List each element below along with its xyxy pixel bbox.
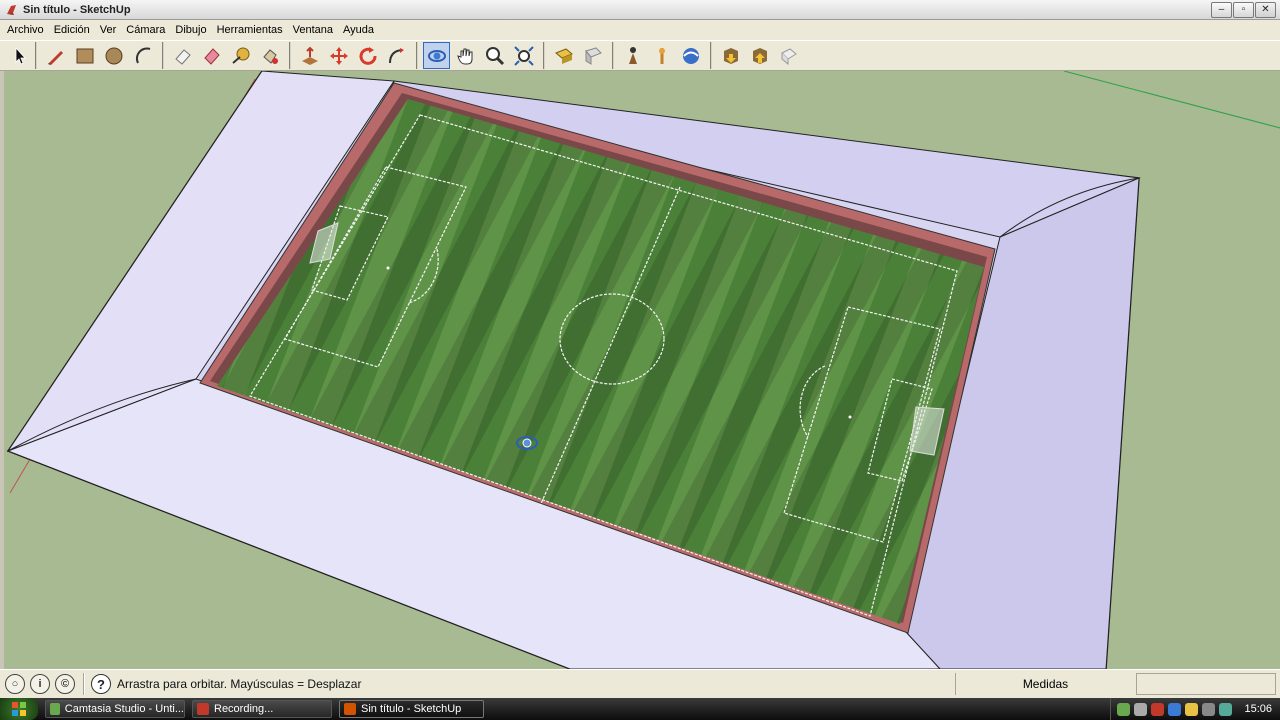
measurements-label: Medidas <box>955 673 1135 695</box>
taskbar: Camtasia Studio - Unti... Recording... S… <box>0 698 1280 720</box>
start-button[interactable] <box>0 698 38 720</box>
push-pull-icon[interactable] <box>296 42 323 69</box>
model-viewport[interactable] <box>0 71 1280 669</box>
draw-tools-group <box>35 42 158 69</box>
tray-messenger-icon[interactable] <box>1168 702 1182 716</box>
window-controls: – ▫ ✕ <box>1211 2 1276 18</box>
task-sketchup[interactable]: Sin título - SketchUp <box>339 700 484 718</box>
section-plane-icon[interactable] <box>550 42 577 69</box>
zoom-icon[interactable] <box>481 42 508 69</box>
menu-bar: Archivo Edición Ver Cámara Dibujo Herram… <box>0 20 1280 40</box>
help-icon[interactable]: ? <box>91 674 111 694</box>
window-title: Sin título - SketchUp <box>23 3 131 16</box>
geo-location-icon[interactable] <box>775 42 802 69</box>
menu-archivo[interactable]: Archivo <box>2 20 49 40</box>
position-camera-icon[interactable] <box>648 42 675 69</box>
task-recording[interactable]: Recording... <box>192 700 332 718</box>
green-axis-line <box>1063 71 1280 129</box>
tray-display-icon[interactable] <box>1219 702 1233 716</box>
clock[interactable]: 15:06 <box>1244 703 1272 715</box>
stadium-model[interactable] <box>0 71 1280 669</box>
circle-icon[interactable] <box>100 42 127 69</box>
maximize-button[interactable]: ▫ <box>1233 2 1254 18</box>
credits-status-icon[interactable]: i <box>30 674 50 694</box>
walk-icon[interactable] <box>619 42 646 69</box>
system-tray: 15:06 <box>1110 698 1280 720</box>
tray-update-icon[interactable] <box>1185 702 1199 716</box>
component-icon[interactable] <box>579 42 606 69</box>
tray-volume-icon[interactable] <box>1202 702 1216 716</box>
title-bar: Sin título - SketchUp – ▫ ✕ <box>0 0 1280 20</box>
rotate-icon[interactable] <box>354 42 381 69</box>
main-toolbar <box>0 40 1280 71</box>
task-sketchup-label: Sin título - SketchUp <box>361 703 462 715</box>
edit-tools-group <box>162 42 285 69</box>
zoom-extents-icon[interactable] <box>510 42 537 69</box>
sketchup-logo-icon <box>7 4 16 15</box>
modify-tools-group <box>289 42 412 69</box>
menu-ver[interactable]: Ver <box>95 20 122 40</box>
minimize-button[interactable]: – <box>1211 2 1232 18</box>
task-recording-label: Recording... <box>214 703 274 715</box>
menu-ayuda[interactable]: Ayuda <box>338 20 379 40</box>
task-camtasia-label: Camtasia Studio - Unti... <box>64 703 184 715</box>
status-hint: Arrastra para orbitar. Mayúsculas = Desp… <box>117 677 362 691</box>
windows-logo-icon <box>12 702 26 716</box>
views-tools-group <box>543 42 608 69</box>
recording-icon <box>197 703 209 715</box>
paint-icon[interactable] <box>256 42 283 69</box>
tray-network-icon[interactable] <box>1134 702 1148 716</box>
menu-ventana[interactable]: Ventana <box>288 20 338 40</box>
pan-icon[interactable] <box>452 42 479 69</box>
tape-measure-icon[interactable] <box>227 42 254 69</box>
orbit-icon[interactable] <box>423 42 450 69</box>
menu-camara[interactable]: Cámara <box>121 20 170 40</box>
look-around-icon[interactable] <box>677 42 704 69</box>
camtasia-icon <box>50 703 60 715</box>
select-icon[interactable] <box>6 42 33 69</box>
tray-security-icon[interactable] <box>1151 702 1165 716</box>
get-models-icon[interactable] <box>717 42 744 69</box>
follow-me-icon[interactable] <box>383 42 410 69</box>
paint-bucket-icon[interactable] <box>198 42 225 69</box>
geolocation-status-icon[interactable]: ○ <box>5 674 25 694</box>
status-bar: ○ i © ? Arrastra para orbitar. Mayúscula… <box>0 669 1280 698</box>
menu-edicion[interactable]: Edición <box>49 20 95 40</box>
move-icon[interactable] <box>325 42 352 69</box>
menu-herramientas[interactable]: Herramientas <box>212 20 288 40</box>
share-model-icon[interactable] <box>746 42 773 69</box>
warehouse-tools-group <box>710 42 804 69</box>
menu-dibujo[interactable]: Dibujo <box>170 20 211 40</box>
task-camtasia[interactable]: Camtasia Studio - Unti... <box>45 700 185 718</box>
arc-icon[interactable] <box>129 42 156 69</box>
tray-search-icon[interactable] <box>1117 702 1131 716</box>
walkthrough-tools-group <box>612 42 706 69</box>
pencil-icon[interactable] <box>42 42 69 69</box>
copyright-status-icon[interactable]: © <box>55 674 75 694</box>
sketchup-task-icon <box>344 703 356 715</box>
rectangle-icon[interactable] <box>71 42 98 69</box>
close-button[interactable]: ✕ <box>1255 2 1276 18</box>
eraser-icon[interactable] <box>169 42 196 69</box>
camera-tools-group <box>416 42 539 69</box>
measurements-input[interactable] <box>1136 673 1276 695</box>
